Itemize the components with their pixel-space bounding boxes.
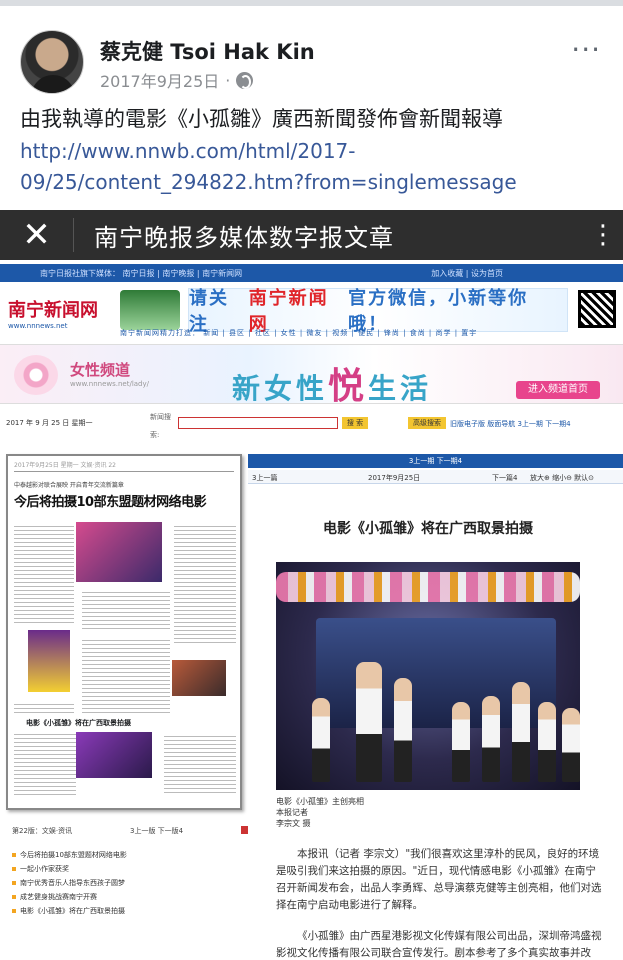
post-text: 由我執導的電影《小孤雛》廣西新聞發佈會新聞報導 (20, 107, 503, 131)
paper-text-column (14, 526, 74, 626)
flower-icon (14, 355, 58, 395)
paper-footer: 第22版：文娱·资讯 3上一版 下一版4 (12, 826, 248, 836)
list-item: 今后将拍摄10部东盟题材网络电影 (12, 848, 212, 862)
paper-text-column (82, 640, 170, 716)
post-meta: 2017年9月25日 · (100, 68, 254, 92)
paper-pager: 第22版：文娱·资讯 3上一版 下一版4 (12, 826, 248, 836)
qr-code-image (578, 290, 616, 328)
women-slogan: 新女性悦生活 (232, 357, 432, 409)
wechat-title: 南宁晚报多媒体数字报文章 (94, 223, 394, 252)
paper-text-column (14, 704, 74, 714)
women-channel-url: www.nnnews.net/lady/ (70, 380, 149, 388)
paper-text-column (164, 736, 236, 796)
list-item: 一起小作家获奖 (12, 862, 212, 876)
site-topline: 南宁日报社旗下媒体： 南宁日报 | 南宁晚报 | 南宁新闻网 加入收藏 | 设为… (0, 264, 623, 282)
site-logo-url: www.nnnews.net (8, 322, 68, 330)
paper-text-column (82, 592, 170, 632)
edition-links: 旧版电子版 版面导航 3上一期 下一期4 (450, 420, 571, 428)
person-figure (482, 696, 500, 782)
pdf-icon (241, 826, 248, 834)
paper-photo (76, 522, 162, 582)
article-title: 电影《小孤雏》将在广西取景拍摄 (323, 521, 533, 537)
phone-ad-image (120, 290, 180, 330)
page-label: 第22版：文娱·资讯 (12, 827, 73, 835)
search-input (178, 417, 338, 429)
paper-text-column (174, 526, 236, 646)
person-figure (538, 702, 556, 782)
close-icon: ✕ (0, 218, 74, 252)
author-name[interactable]: 蔡克健 Tsoi Hak Kin (100, 36, 315, 66)
avatar[interactable] (20, 30, 84, 94)
person-figure (356, 662, 382, 782)
caption-line: 电影《小孤雏》主创亮相 (276, 797, 364, 806)
person-figure (394, 678, 412, 782)
site-date: 2017 年 9 月 25 日 星期一 (6, 419, 93, 427)
list-item: 电影《小孤雏》将在广西取景拍摄 (12, 904, 212, 918)
article-photo (276, 562, 580, 790)
post-date[interactable]: 2017年9月25日 (100, 68, 219, 92)
globe-icon (236, 71, 254, 89)
paper-subheadline: 中泰越影对联合展映 开启青年交流新篇章 (14, 482, 124, 489)
women-channel-title: 女性频道 (70, 361, 131, 379)
site-nav: 南宁新闻网精力打造： 新闻 | 县区 | 社区 | 女性 | 微友 | 视频 |… (120, 329, 478, 337)
search-colon: 索: (150, 431, 160, 439)
article-nav: 3上一篇 2017年9月25日 下一篇4 放大⊕ 缩小⊖ 默认⊙ (248, 470, 623, 484)
paper-photo (28, 630, 70, 692)
person-figure (312, 698, 330, 782)
post-header: 蔡克健 Tsoi Hak Kin 2017年9月25日 · ··· (0, 6, 623, 98)
caption-line: 本报记者 (276, 808, 308, 817)
paper-text-column (14, 734, 76, 796)
article-paragraph: 《小孤雏》由广西星港影视文化传媒有限公司出品，深圳帝鸿盛视影视文化传播有限公司联… (276, 930, 602, 959)
wechat-title-bar: ✕ 南宁晚报多媒体数字报文章 ⋮ (0, 210, 623, 260)
paper-photo (172, 660, 226, 696)
search-button: 搜 索 (342, 417, 368, 429)
list-item: 成艺健身挑战赛南宁开赛 (12, 890, 212, 904)
slogan-1: 新女性 (232, 372, 329, 405)
shared-screenshot[interactable]: ✕ 南宁晚报多媒体数字报文章 ⋮ 南宁日报社旗下媒体： 南宁日报 | 南宁晚报 … (0, 210, 623, 960)
paper-headline: 今后将拍摄10部东盟题材网络电影 (14, 495, 207, 510)
article-paragraph: 本报讯（记者 李宗文）"我们很喜欢这里淳朴的民风，良好的环境是吸引我们来这拍摄的… (276, 848, 602, 911)
newspaper-page-thumbnail: 2017年9月25日 星期一 文娱·资讯 22 中泰越影对联合展映 开启青年交流… (6, 454, 242, 810)
more-options-icon[interactable]: ··· (571, 36, 601, 64)
article-date: 2017年9月25日 (368, 474, 421, 482)
next-article: 下一篇4 (492, 474, 518, 482)
advanced-search-button: 高级搜索 (408, 417, 446, 429)
paper-head: 2017年9月25日 星期一 文娱·资讯 22 (14, 460, 234, 472)
favorite-links: 加入收藏 | 设为首页 (431, 268, 503, 278)
meta-dot: · (225, 70, 231, 90)
caption-line: 李宗文 摄 (276, 819, 311, 828)
site-logo-text: 南宁新闻网 (8, 300, 98, 321)
prev-article: 3上一篇 (252, 474, 278, 482)
person-figure (562, 708, 580, 782)
page-nav: 3上一版 下一版4 (130, 827, 184, 835)
wechat-ad-banner: 请关注 南宁新闻网 官方微信，小新等你哦！ (188, 288, 568, 335)
zoom-controls: 放大⊕ 缩小⊖ 默认⊙ (530, 474, 595, 482)
women-channel-banner: 女性频道 www.nnnews.net/lady/ 新女性悦生活 进入频道首页 (0, 344, 623, 407)
search-label: 新闻搜 (150, 413, 171, 421)
article-top-bar: 3上一期 下一期4 (248, 454, 623, 468)
person-figure (452, 702, 470, 782)
women-channel-label: 女性频道 www.nnnews.net/lady/ (70, 359, 149, 388)
paper-photo (76, 732, 152, 778)
enter-channel-button: 进入频道首页 (516, 381, 600, 399)
slogan-big: 悦 (328, 366, 369, 407)
photo-caption: 电影《小孤雏》主创亮相 本报记者 李宗文 摄 (276, 796, 364, 829)
slogan-2: 生活 (368, 372, 433, 405)
post-link[interactable]: http://www.nnwb.com/html/2017-09/25/cont… (20, 136, 610, 198)
site-logo: 南宁新闻网 www.nnnews.net (8, 296, 98, 330)
media-links: 南宁日报社旗下媒体： 南宁日报 | 南宁晚报 | 南宁新闻网 (40, 268, 243, 278)
balloons-decoration (276, 572, 580, 602)
person-figure (512, 682, 530, 782)
article-list: 今后将拍摄10部东盟题材网络电影 一起小作家获奖 南宁优秀音乐人指导东西孩子圆梦… (12, 848, 212, 918)
info-row: 2017 年 9 月 25 日 星期一 新闻搜 搜 索 高级搜索 旧版电子版 版… (0, 408, 623, 444)
list-item: 南宁优秀音乐人指导东西孩子圆梦 (12, 876, 212, 890)
more-vertical-icon: ⋮ (590, 220, 616, 250)
paper-bold-headline: 电影《小孤雏》将在广西取景拍摄 (26, 719, 131, 727)
